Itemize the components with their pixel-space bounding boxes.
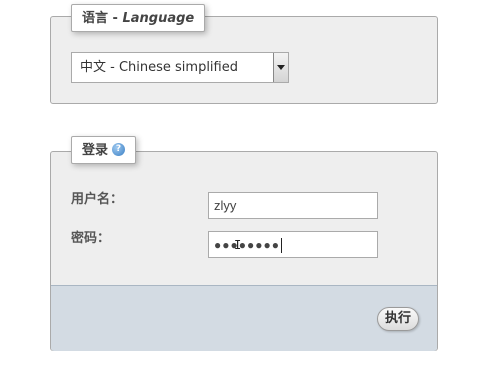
- language-fieldset: 语言 - Language 中文 - Chinese simplified: [50, 4, 438, 104]
- submit-button[interactable]: 执行: [377, 307, 420, 331]
- login-page: 语言 - Language 中文 - Chinese simplified 登录…: [0, 0, 498, 383]
- form-footer: 执行: [51, 285, 437, 351]
- password-label: 密码：: [71, 231, 111, 246]
- login-fieldset: 登录? 用户名： zlyy 密码： ●●●●●●●● I 执行: [50, 136, 438, 351]
- username-value: zlyy: [214, 198, 237, 213]
- chevron-down-icon[interactable]: [273, 53, 288, 82]
- text-cursor-icon: I: [234, 238, 242, 252]
- language-legend: 语言 - Language: [71, 4, 206, 32]
- login-legend: 登录?: [71, 136, 137, 164]
- language-legend-cn: 语言: [82, 11, 109, 26]
- language-legend-en: Language: [122, 11, 195, 26]
- language-select[interactable]: 中文 - Chinese simplified: [71, 52, 289, 83]
- help-icon[interactable]: ?: [112, 143, 126, 156]
- username-label: 用户名：: [71, 192, 124, 207]
- text-caret: [280, 238, 282, 254]
- language-select-value: 中文 - Chinese simplified: [80, 60, 238, 75]
- language-legend-separator: -: [108, 11, 123, 26]
- password-field[interactable]: ●●●●●●●● I: [208, 231, 378, 258]
- username-field[interactable]: zlyy: [208, 192, 378, 219]
- password-masked-value: ●●●●●●●●: [214, 238, 280, 252]
- login-legend-label: 登录: [82, 143, 109, 158]
